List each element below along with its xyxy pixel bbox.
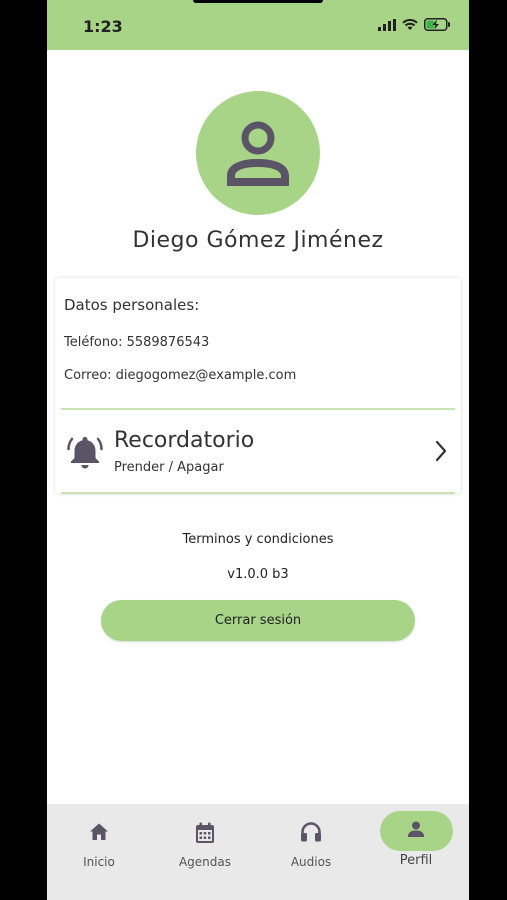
headphones-icon xyxy=(301,822,321,842)
version-text: v1.0.0 b3 xyxy=(227,567,289,582)
reminder-row[interactable]: Recordatorio Prender / Apagar xyxy=(55,410,461,492)
nav-label: Audios xyxy=(290,855,332,869)
status-bar: 1:23 xyxy=(47,0,469,50)
nav-item-perfil[interactable]: Perfil xyxy=(366,804,466,884)
status-icons xyxy=(378,18,451,31)
nav-item-audios[interactable]: Audios xyxy=(261,804,361,884)
nav-label: Perfil xyxy=(399,853,433,868)
user-name: Diego Gómez Jiménez xyxy=(132,228,384,253)
email-text: Correo: diegogomez@example.com xyxy=(64,368,297,383)
terms-link[interactable]: Terminos y condiciones xyxy=(47,532,469,547)
profile-screen: 1:23 Diego Gómez Jiménez Datos personale… xyxy=(47,0,469,900)
avatar xyxy=(196,91,320,215)
person-icon xyxy=(408,821,424,837)
battery-charging-icon xyxy=(424,18,450,31)
logout-button[interactable]: Cerrar sesión xyxy=(101,600,415,641)
bell-icon xyxy=(67,437,103,469)
nav-label: Agendas xyxy=(178,855,232,869)
home-icon xyxy=(90,823,108,840)
bottom-nav: Inicio Agendas Audios Perfil xyxy=(47,804,469,900)
reminder-subtitle: Prender / Apagar xyxy=(114,460,224,475)
signal-icon xyxy=(378,18,396,31)
phone-text: Teléfono: 5589876543 xyxy=(64,335,210,350)
person-icon xyxy=(227,121,289,186)
reminder-title: Recordatorio xyxy=(114,428,255,453)
nav-item-inicio[interactable]: Inicio xyxy=(49,804,149,884)
status-time: 1:23 xyxy=(83,17,123,36)
chevron-right-icon xyxy=(435,440,447,462)
nav-label: Inicio xyxy=(83,855,115,869)
calendar-icon xyxy=(196,822,214,843)
profile-card: Datos personales: Teléfono: 5589876543 C… xyxy=(55,278,461,494)
notch xyxy=(193,0,323,3)
personal-data-title: Datos personales: xyxy=(64,296,200,314)
nav-item-agendas[interactable]: Agendas xyxy=(155,804,255,884)
wifi-icon xyxy=(402,18,418,30)
divider xyxy=(61,492,455,494)
